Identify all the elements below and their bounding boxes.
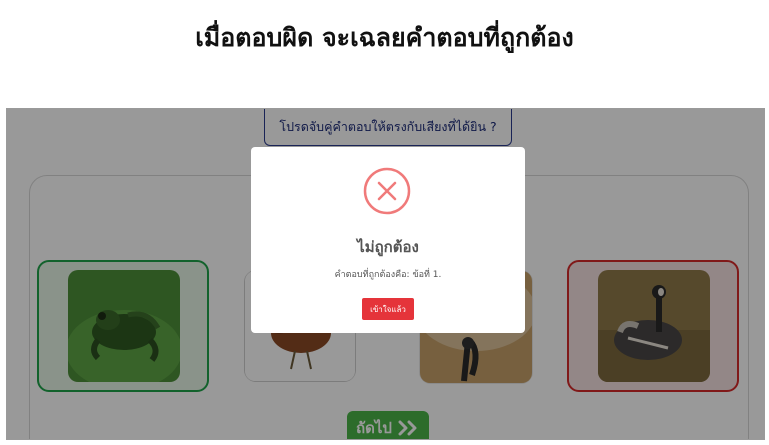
page-heading: เมื่อตอบผิด จะเฉลยคำตอบที่ถูกต้อง xyxy=(195,23,574,52)
quiz-screen: โปรดจับคู่คำตอบให้ตรงกับเสียงที่ได้ยิน ? xyxy=(6,108,765,440)
dialog-title: ไม่ถูกต้อง xyxy=(357,238,419,256)
result-dialog: ไม่ถูกต้อง คำตอบที่ถูกต้องคือ: ข้อที่ 1.… xyxy=(251,147,525,333)
dialog-message: คำตอบที่ถูกต้องคือ: ข้อที่ 1. xyxy=(334,270,442,280)
x-circle-icon xyxy=(363,167,411,215)
ok-button[interactable]: เข้าใจแล้ว xyxy=(362,298,414,320)
